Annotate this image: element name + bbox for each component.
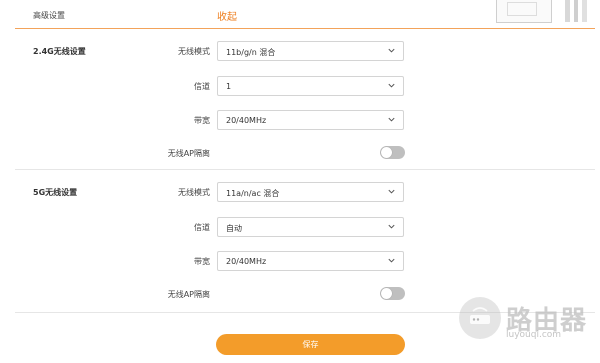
mode-select-24g[interactable]: 11b/g/n 混合 <box>217 41 404 61</box>
channel-select-24g[interactable]: 1 <box>217 76 404 96</box>
watermark-subtext: luyouqi.com <box>506 330 562 340</box>
advanced-settings-label: 高级设置 <box>33 11 65 20</box>
ap-isolation-toggle-5g[interactable] <box>380 287 405 300</box>
ap-isolation-label-24g: 无线AP隔离 <box>167 149 210 158</box>
mode-label-24g: 无线模式 <box>178 47 210 56</box>
channel-select-5g-value: 自动 <box>226 224 242 233</box>
bandwidth-select-5g-value: 20/40MHz <box>226 257 267 266</box>
chevron-down-icon <box>388 117 395 122</box>
ap-isolation-toggle-24g[interactable] <box>380 146 405 159</box>
section-title-24g: 2.4G无线设置 <box>33 47 86 56</box>
bandwidth-select-24g[interactable]: 20/40MHz <box>217 110 404 130</box>
mode-select-5g-value: 11a/n/ac 混合 <box>226 189 280 198</box>
header-divider <box>15 28 595 29</box>
channel-label-24g: 信道 <box>194 82 210 91</box>
book-icon <box>574 0 578 22</box>
bandwidth-select-24g-value: 20/40MHz <box>226 116 267 125</box>
bandwidth-select-5g[interactable]: 20/40MHz <box>217 251 404 271</box>
watermark: 路由器 luyouqi.com <box>459 297 599 347</box>
chevron-down-icon <box>388 83 395 88</box>
toggle-knob <box>381 147 392 158</box>
chevron-down-icon <box>388 189 395 194</box>
chevron-down-icon <box>388 224 395 229</box>
chevron-down-icon <box>388 258 395 263</box>
mode-select-5g[interactable]: 11a/n/ac 混合 <box>217 182 404 202</box>
toggle-knob <box>381 288 392 299</box>
section-title-5g: 5G无线设置 <box>33 188 78 197</box>
mode-select-24g-value: 11b/g/n 混合 <box>226 48 276 57</box>
channel-label-5g: 信道 <box>194 223 210 232</box>
ap-isolation-label-5g: 无线AP隔离 <box>167 290 210 299</box>
bandwidth-label-24g: 带宽 <box>194 116 210 125</box>
book-icon <box>565 0 570 22</box>
mode-label-5g: 无线模式 <box>178 188 210 197</box>
router-logo-icon <box>459 297 501 339</box>
section-divider <box>15 169 595 170</box>
channel-select-5g[interactable]: 自动 <box>217 217 404 237</box>
channel-select-24g-value: 1 <box>226 82 232 91</box>
book-icon <box>582 0 587 22</box>
save-button[interactable]: 保存 <box>216 334 405 355</box>
collapse-link[interactable]: 收起 <box>217 8 237 23</box>
decorative-frame-icon <box>507 2 537 16</box>
chevron-down-icon <box>388 48 395 53</box>
bandwidth-label-5g: 带宽 <box>194 257 210 266</box>
